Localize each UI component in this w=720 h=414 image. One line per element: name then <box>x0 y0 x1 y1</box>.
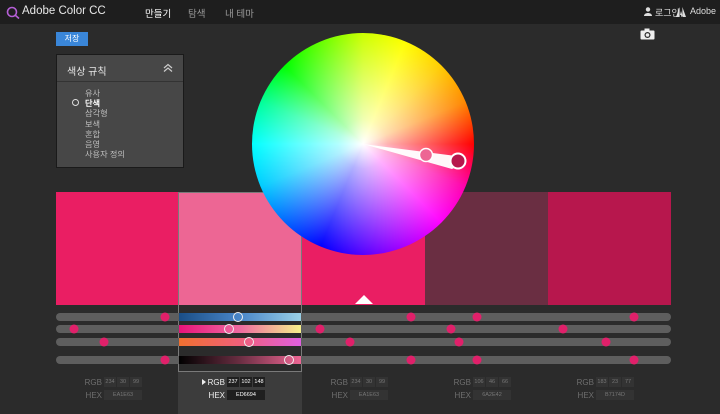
hex-value-field[interactable]: 6A2E42 <box>473 390 511 400</box>
slider-knob[interactable] <box>315 324 325 334</box>
rgb-value-field[interactable]: 234 <box>350 377 362 387</box>
slider-knob[interactable] <box>629 355 639 365</box>
slider-knob[interactable] <box>345 337 355 347</box>
rgb-value-field[interactable]: 77 <box>622 377 634 387</box>
rule-compound[interactable]: 혼합 <box>85 130 125 140</box>
rgb-value-field[interactable]: 148 <box>253 377 265 387</box>
slider-knob[interactable] <box>558 324 568 334</box>
slider-knob[interactable] <box>446 324 456 334</box>
tone-gradient-track[interactable] <box>179 338 301 346</box>
slider-knob[interactable] <box>244 337 254 347</box>
hex-value-field[interactable]: EA1E63 <box>350 390 388 400</box>
chevron-up-icon[interactable] <box>163 63 173 73</box>
rgb-value-field[interactable]: 234 <box>104 377 116 387</box>
rgb-value-field[interactable]: 30 <box>363 377 375 387</box>
wheel-marker-base[interactable] <box>449 152 467 170</box>
brightness-gradient-track[interactable] <box>179 356 301 364</box>
user-icon <box>644 7 652 16</box>
rule-complementary[interactable]: 보색 <box>85 120 125 130</box>
slider-knob[interactable] <box>472 312 482 322</box>
hex-label: HEX <box>331 391 348 400</box>
slider-track-1[interactable] <box>56 313 671 321</box>
slider-track-4[interactable] <box>56 356 671 364</box>
rgb-value-field[interactable]: 23 <box>609 377 621 387</box>
rgb-value-field[interactable]: 183 <box>596 377 608 387</box>
nav-create[interactable]: 만들기 <box>145 6 171 20</box>
slider-knob[interactable] <box>160 355 170 365</box>
rgb-label: RGB <box>207 378 225 387</box>
color-rule-list: 유사 단색 삼각형 보색 혼합 음영 사용자 정의 <box>85 89 125 160</box>
slider-knob[interactable] <box>472 355 482 365</box>
rgb-label: RGB <box>453 378 471 387</box>
rgb-value-field[interactable]: 99 <box>130 377 142 387</box>
slider-track-3[interactable] <box>56 338 671 346</box>
slider-knob[interactable] <box>224 324 234 334</box>
rgb-value-field[interactable]: 237 <box>227 377 239 387</box>
color-rule-panel: 색상 규칙 유사 단색 삼각형 보색 혼합 음영 사용자 정의 <box>56 54 184 168</box>
rule-triad[interactable]: 삼각형 <box>85 109 125 119</box>
wheel-handle-arm <box>363 144 458 169</box>
saturation-gradient-track[interactable] <box>179 325 301 333</box>
save-button[interactable]: 저장 <box>56 32 88 46</box>
hex-label: HEX <box>85 391 102 400</box>
top-bar: Adobe Color CC 만들기 탐색 내 테마 로그인 Adobe <box>0 0 720 24</box>
nav-my-themes[interactable]: 내 테마 <box>225 6 254 20</box>
slider-knob[interactable] <box>406 355 416 365</box>
app-title[interactable]: Adobe Color CC <box>22 5 106 17</box>
adobe-link[interactable]: Adobe <box>690 6 716 16</box>
rgb-value-field[interactable]: 66 <box>499 377 511 387</box>
rule-analogous[interactable]: 유사 <box>85 89 125 99</box>
slider-knob[interactable] <box>99 337 109 347</box>
rgb-value-field[interactable]: 106 <box>473 377 485 387</box>
hex-label: HEX <box>577 391 594 400</box>
wheel-handles <box>363 144 467 170</box>
adobe-color-logo-icon[interactable] <box>6 5 20 19</box>
rgb-label: RGB <box>84 378 102 387</box>
rgb-value-field[interactable]: 99 <box>376 377 388 387</box>
slider-knob[interactable] <box>629 312 639 322</box>
slider-knob[interactable] <box>233 312 243 322</box>
slider-knob[interactable] <box>284 355 294 365</box>
color-swatch[interactable] <box>548 192 671 305</box>
slider-track-2[interactable] <box>56 325 671 333</box>
rgb-value-field[interactable]: 46 <box>486 377 498 387</box>
hex-value-field[interactable]: EA1E63 <box>104 390 142 400</box>
rgb-value-field[interactable]: 102 <box>240 377 252 387</box>
adobe-logo-icon <box>676 7 686 17</box>
radio-selected-icon <box>72 99 79 106</box>
hex-value-field[interactable]: ED6694 <box>227 390 265 400</box>
color-rule-title: 색상 규칙 <box>67 67 107 78</box>
color-rule-header[interactable]: 색상 규칙 <box>57 55 183 82</box>
rule-custom[interactable]: 사용자 정의 <box>85 150 125 160</box>
slider-knob[interactable] <box>454 337 464 347</box>
swatch-pointer-icon <box>355 295 373 304</box>
rgb-label: RGB <box>330 378 348 387</box>
wheel-marker-light[interactable] <box>418 147 434 163</box>
rule-shades[interactable]: 음영 <box>85 140 125 150</box>
nav-explore[interactable]: 탐색 <box>188 6 205 20</box>
rgb-label: RGB <box>576 378 594 387</box>
slider-knob[interactable] <box>160 312 170 322</box>
rgb-value-field[interactable]: 30 <box>117 377 129 387</box>
hex-label: HEX <box>454 391 471 400</box>
color-swatch[interactable] <box>56 192 179 305</box>
hex-value-field[interactable]: B7174D <box>596 390 634 400</box>
rule-monochromatic[interactable]: 단색 <box>85 99 125 109</box>
slider-knob[interactable] <box>69 324 79 334</box>
slider-knob[interactable] <box>406 312 416 322</box>
camera-icon[interactable] <box>640 28 655 40</box>
hex-label: HEX <box>208 391 225 400</box>
slider-knob[interactable] <box>601 337 611 347</box>
